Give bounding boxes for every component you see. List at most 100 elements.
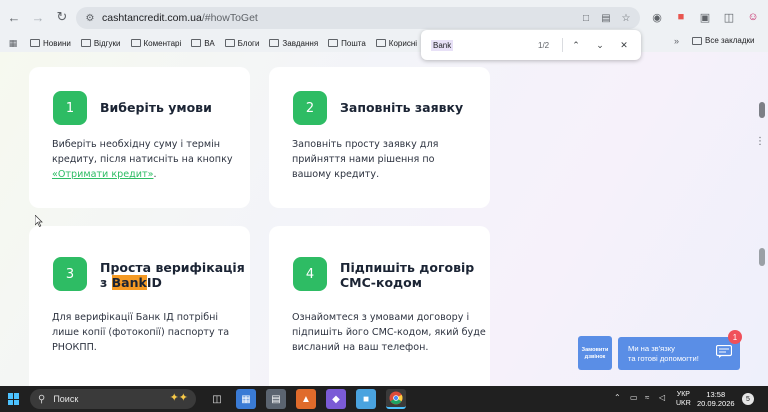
reload-icon[interactable]: ↻ [52,7,72,27]
step-description: Ознайомтеся з умовами договору і підпиші… [292,312,486,353]
apps-grid-icon[interactable]: ▦ [6,36,20,50]
back-arrow-icon[interactable]: ← [4,7,24,27]
copilot-app-icon[interactable]: ▲ [296,389,316,409]
step-title-line2: СМС-кодом [340,275,422,290]
lang-bottom: UKR [676,400,691,407]
sidebar-icon[interactable]: ◫ [720,8,738,26]
find-separator [562,38,563,52]
scroll-more-icon: ⋮ [755,136,765,147]
site-info-icon[interactable]: ⚙ [82,10,98,26]
folder-icon [30,39,40,47]
step-number-badge: 3 [53,257,87,291]
clock-time: 13:58 [706,390,726,399]
chrome-logo-icon [389,391,403,405]
colorful-app-icon[interactable]: ◆ [326,389,346,409]
bookmarks-more-button[interactable]: » [674,36,679,46]
extensions-puzzle-icon[interactable]: ▣ [696,8,714,26]
sparkle-icon: ✦✦ [169,392,188,404]
clock-date: 20.09.2026 [697,399,735,408]
find-next-icon[interactable]: ⌄ [593,38,607,52]
step-card-4: 4 Підпишіть договір СМС-кодом Ознайомтес… [269,226,490,386]
bookmark-news[interactable]: Новини [30,39,71,48]
url-text[interactable]: cashtancredit.com.ua/#howToGet [102,12,258,24]
lang-top: УКР [676,391,690,398]
bookmark-label: Корисні [388,38,418,48]
taskbar-search[interactable]: ⚲ Поиск ✦✦ [30,389,196,409]
forward-arrow-icon[interactable]: → [28,7,48,27]
find-close-icon[interactable]: ✕ [617,38,631,52]
step-title-line1: Підпишіть договір [340,260,475,275]
bookmark-blogs[interactable]: Блоги [224,38,260,48]
folder-icon [375,39,386,47]
step-number-badge: 1 [53,91,87,125]
step-number-badge: 2 [293,91,327,125]
input-language[interactable]: УКР UKR [676,390,691,408]
store-app-icon[interactable]: ▦ [236,389,256,409]
bookmarks-bar: ▦ Новини Відгуки Коментарі ВА Блоги Завд… [0,34,768,52]
bookmark-comments[interactable]: Коментарі [130,38,182,48]
page-content: 1 Виберіть умови Виберіть необхідну суму… [0,52,768,386]
all-bookmarks-label: Все закладки [705,36,755,45]
step-number-badge: 4 [293,257,327,291]
notification-count-badge[interactable]: 5 [742,393,754,405]
bookmark-mail[interactable]: Пошта [328,39,366,48]
step-title-line1: Проста верифікація [100,260,245,275]
folder-icon [224,39,235,47]
url-domain: cashtancredit.com.ua [102,12,202,24]
bookmark-label: Новини [43,38,71,48]
find-input[interactable]: Bank [431,39,454,51]
taskbar-search-placeholder: Поиск [53,394,79,404]
bookmark-label: Блоги [237,38,260,48]
taskbar-clock[interactable]: 13:58 20.09.2026 [697,390,735,408]
all-bookmarks-button[interactable]: Все закладки [692,36,754,45]
url-path: /#howToGet [201,12,258,24]
step-description-end: . [153,169,157,180]
bookmark-star-icon[interactable]: ☆ [618,10,634,26]
step-title: Підпишіть договір СМС-кодом [340,260,488,290]
page-icon[interactable]: ▤ [598,10,614,26]
tray-chevron-icon[interactable]: ⌃ [614,393,621,402]
bookmark-label: Завдання [282,38,319,48]
chat-unread-badge: 1 [728,330,742,344]
tray-network-icon[interactable]: ▭ [630,393,638,402]
folder-icon [191,39,202,47]
step-card-1: 1 Виберіть умови Виберіть необхідну суму… [29,67,250,208]
find-in-page-bar: Bank 1/2 ⌃ ⌄ ✕ [421,30,641,60]
address-bar[interactable]: ⚙ cashtancredit.com.ua/#howToGet □ ▤ ☆ [76,7,640,29]
scrollbar-marker[interactable] [759,248,765,266]
translate-icon[interactable]: □ [578,10,594,26]
folder-icon [692,36,702,45]
bookmark-reviews[interactable]: Відгуки [80,39,121,48]
step-description: Заповніть просту заявку для прийняття на… [292,139,439,180]
step-title: Виберіть умови [100,100,212,115]
bookmark-va[interactable]: ВА [191,39,215,48]
step-title: Проста верифікація з BankID [100,260,248,290]
windows-start-icon[interactable] [8,393,20,405]
extension-color-icon[interactable]: ■ [672,8,690,26]
step-title: Заповніть заявку [340,100,464,115]
folder-icon [328,39,339,47]
profile-avatar-icon[interactable]: ☺ [744,8,762,26]
camera-icon[interactable]: ◉ [648,8,666,26]
step-description: Для верифікації Банк ІД потрібні лише ко… [52,312,230,353]
task-view-icon[interactable]: ◫ [207,389,227,409]
tray-volume-icon[interactable]: ◁ [659,393,665,402]
step-title-suffix: ID [146,275,162,290]
folder-icon [80,39,91,47]
find-match-count: 1/2 [538,40,550,50]
bookmark-label: Пошта [341,38,366,48]
bookmark-label: Коментарі [143,38,182,48]
find-previous-icon[interactable]: ⌃ [569,38,583,52]
get-credit-link[interactable]: «Отримати кредит» [52,169,153,180]
notes-app-icon[interactable]: ■ [356,389,376,409]
bookmark-useful[interactable]: Корисні [375,38,418,48]
step-description: Виберіть необхідну суму і термін кредиту… [52,137,242,182]
bookmark-tasks[interactable]: Завдання [269,39,318,48]
callback-button[interactable]: Замовити дзвінок [578,336,612,370]
chrome-app-icon[interactable] [386,389,406,409]
calculator-app-icon[interactable]: ▤ [266,389,286,409]
scrollbar-thumb[interactable] [759,102,765,118]
folder-icon [269,39,280,47]
tray-wifi-icon[interactable]: ≈ [645,393,649,402]
step-description-text: Виберіть необхідну суму і термін кредиту… [52,139,233,165]
